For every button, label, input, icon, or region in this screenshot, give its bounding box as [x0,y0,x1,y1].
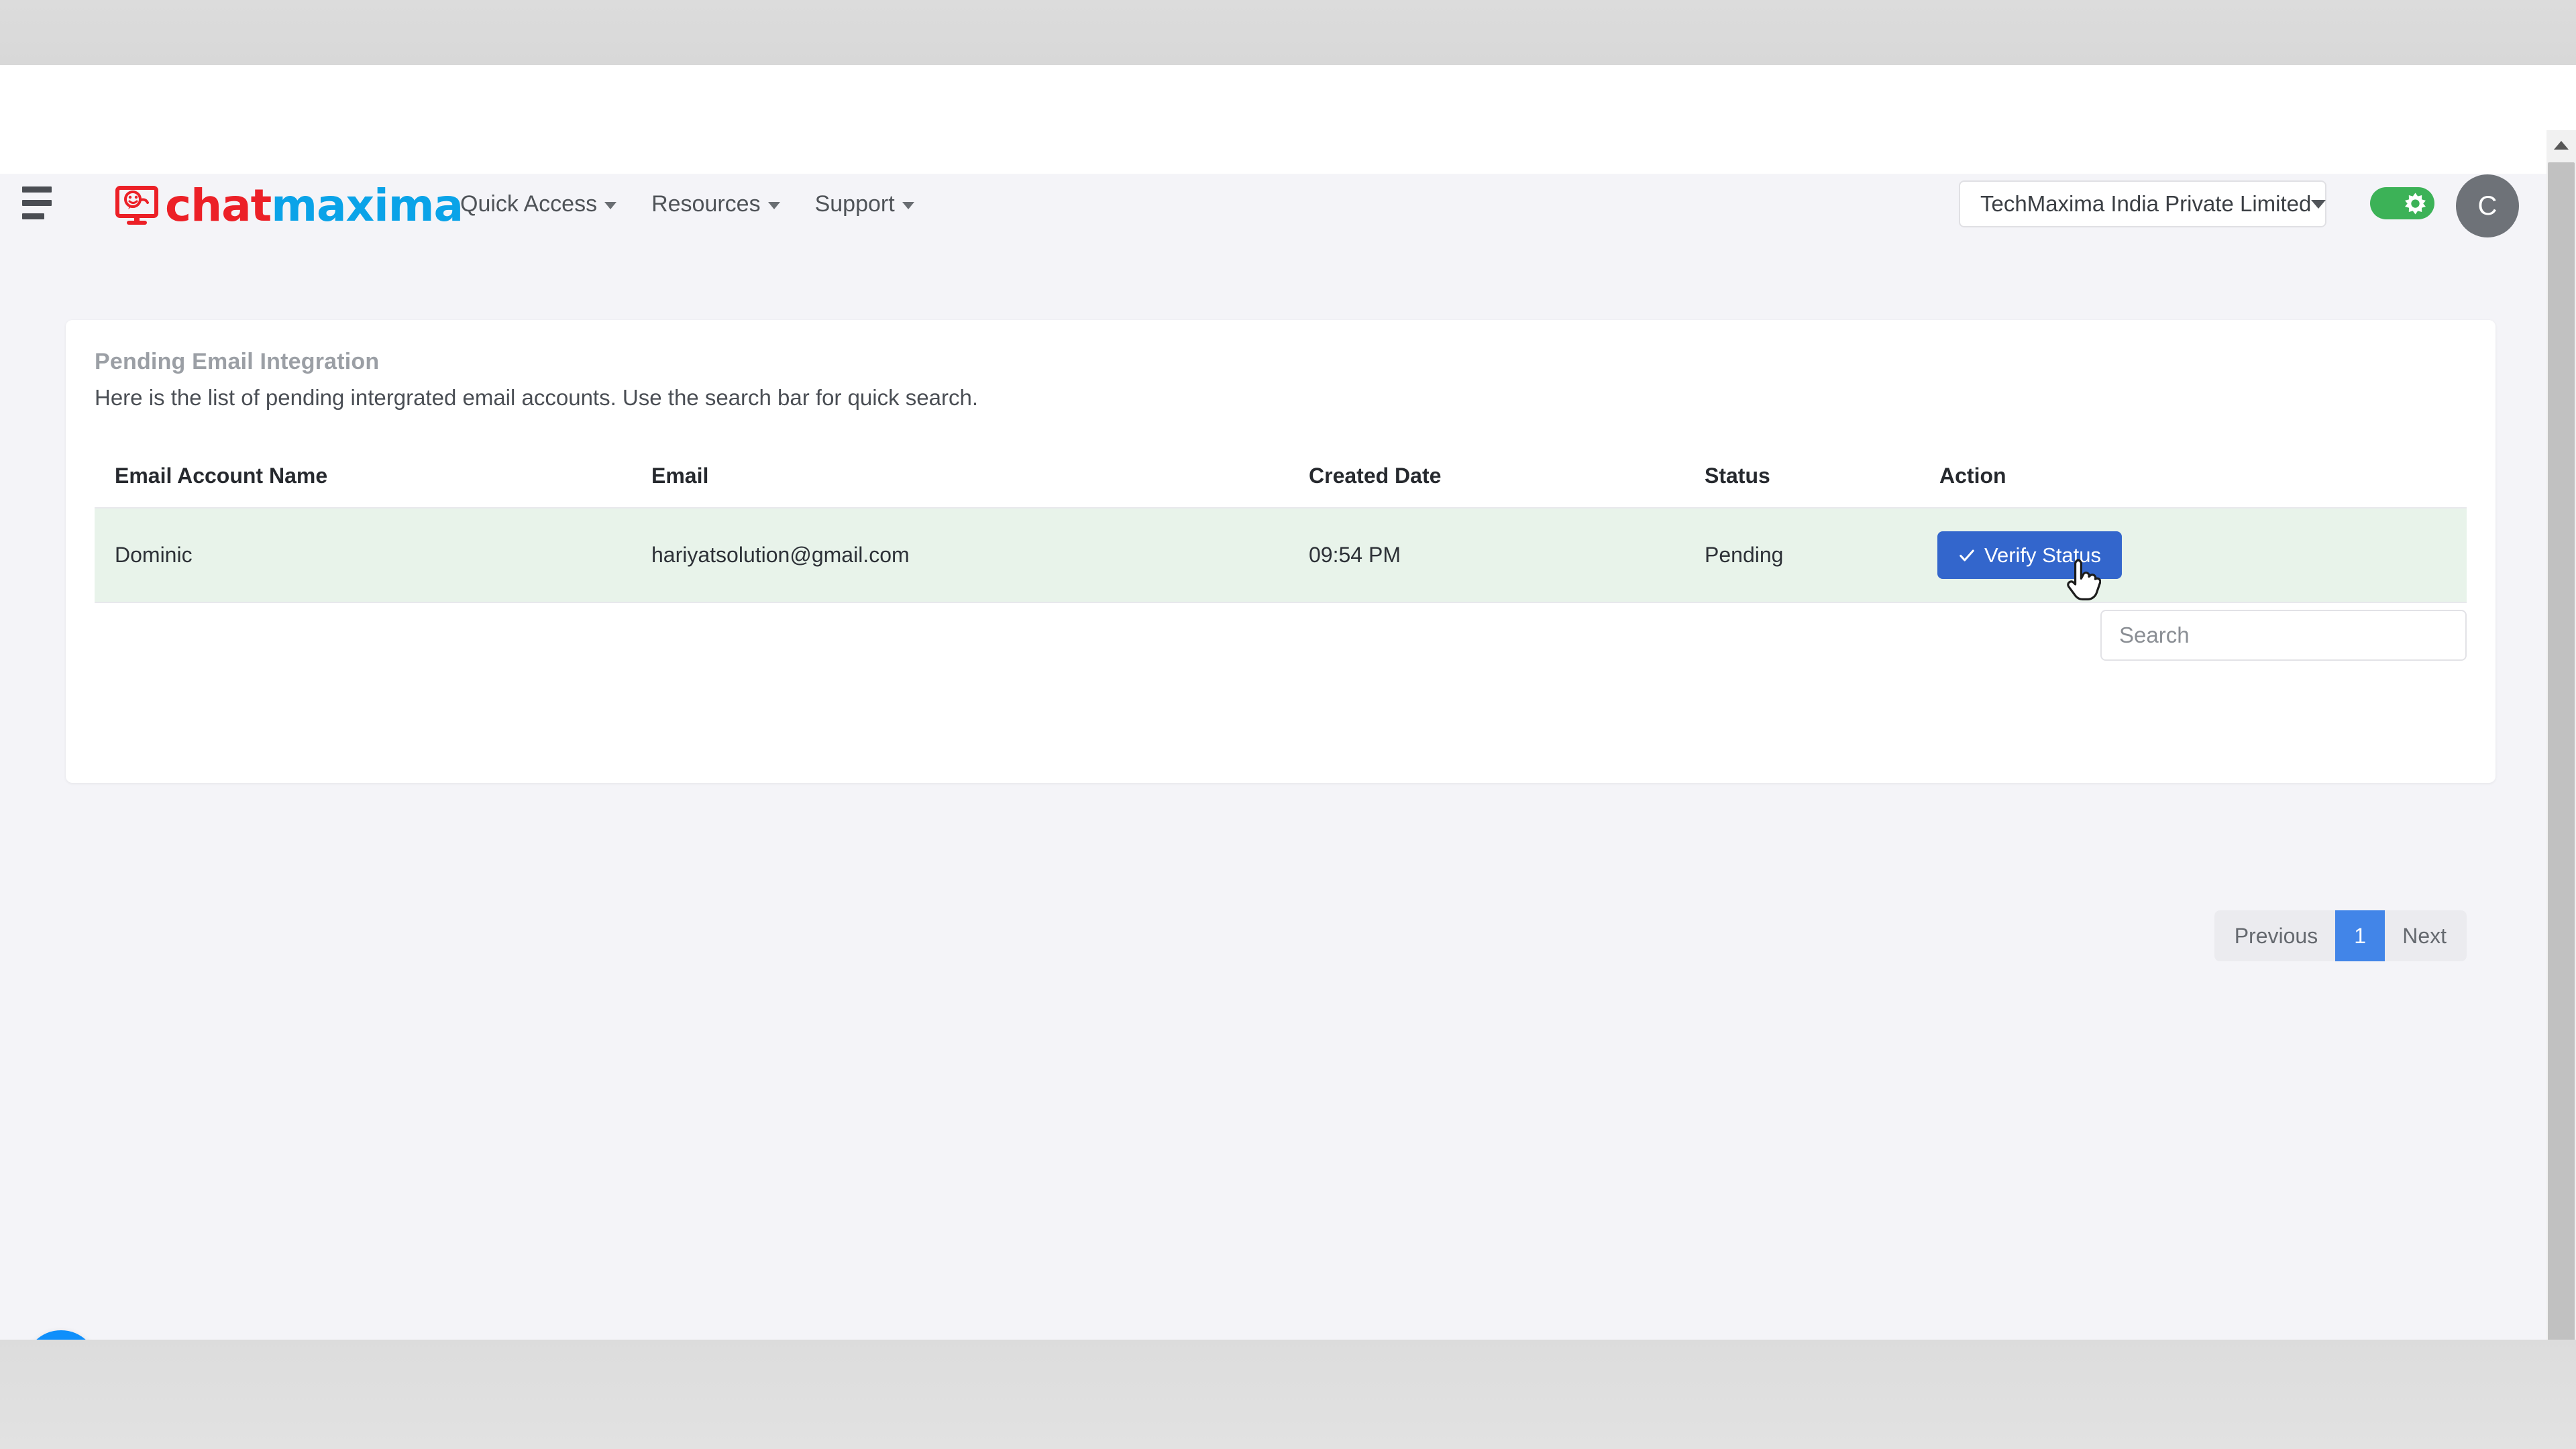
nav-item-resources[interactable]: Resources [651,193,780,215]
hamburger-bar [22,186,52,193]
hamburger-menu-icon[interactable] [22,180,66,225]
chevron-down-icon [767,201,780,209]
chatmaxima-monitor-logo-icon [115,186,158,225]
brand-logo[interactable]: chatmaxima [114,178,464,234]
main-navigation: Quick Access Resources Support [460,193,914,215]
pagination-page-1-button[interactable]: 1 [2335,910,2385,961]
theme-toggle-switch[interactable] [2370,187,2434,219]
column-header-action: Action [1939,454,2467,508]
chevron-down-icon [902,201,914,209]
pagination-next-button[interactable]: Next [2385,910,2467,961]
table-header: Email Account Name Email Created Date St… [95,454,2467,508]
avatar-initial: C [2477,191,2498,221]
table-row: Dominic hariyatsolution@gmail.com 09:54 … [95,508,2467,603]
app-header [0,65,2576,174]
hamburger-bar [22,213,44,219]
chevron-down-icon [2311,199,2326,209]
nav-item-support[interactable]: Support [815,193,914,215]
organization-selector[interactable]: TechMaxima India Private Limited [1959,180,2326,227]
brand-wordmark-chat: chat [165,180,272,231]
page-title: Pending Email Integration [95,349,380,374]
scroll-up-arrow-icon[interactable] [2546,130,2576,160]
organization-name: TechMaxima India Private Limited [1980,191,2312,216]
pending-email-integration-card: Pending Email Integration Here is the li… [66,320,2496,961]
cell-created-date: 09:54 PM [1309,508,1705,603]
brand-wordmark-maxima: maxima [271,180,464,231]
browser-viewport: chatmaxima Quick Access Resources Suppor… [0,65,2576,1340]
verify-status-button[interactable]: Verify Status [1937,531,2123,579]
column-header-email: Email [651,454,1309,508]
verify-status-label: Verify Status [1984,543,2102,567]
pagination-previous-button[interactable]: Previous [2214,910,2336,961]
pending-email-table: Email Account Name Email Created Date St… [95,454,2467,603]
nav-item-label: Resources [651,191,761,217]
cell-email-account-name: Dominic [95,508,651,603]
nav-item-label: Support [814,191,895,217]
check-icon [1960,549,1974,561]
nav-item-label: Quick Access [460,191,598,217]
table-body: Dominic hariyatsolution@gmail.com 09:54 … [95,508,2467,603]
cell-email: hariyatsolution@gmail.com [651,508,1309,603]
pagination: Previous 1 Next [2214,910,2467,961]
nav-item-quick-access[interactable]: Quick Access [460,191,617,217]
vertical-scrollbar[interactable] [2546,130,2576,1340]
table-header-row: Email Account Name Email Created Date St… [95,454,2467,508]
column-header-status: Status [1705,454,1939,508]
search-input[interactable] [2100,610,2467,661]
sun-icon [2405,193,2426,214]
chevron-down-icon [604,201,617,209]
column-header-email-account-name: Email Account Name [95,454,651,508]
cell-status: Pending [1705,508,1939,603]
page-description: Here is the list of pending intergrated … [95,385,979,410]
cell-action: Verify Status [1937,508,2467,603]
column-header-created-date: Created Date [1309,454,1705,508]
scrollbar-thumb[interactable] [2548,162,2575,1340]
hamburger-bar [22,199,52,206]
brand-wordmark: chatmaxima [165,184,464,228]
user-avatar[interactable]: C [2456,174,2519,237]
chat-widget-button[interactable] [24,1330,98,1340]
